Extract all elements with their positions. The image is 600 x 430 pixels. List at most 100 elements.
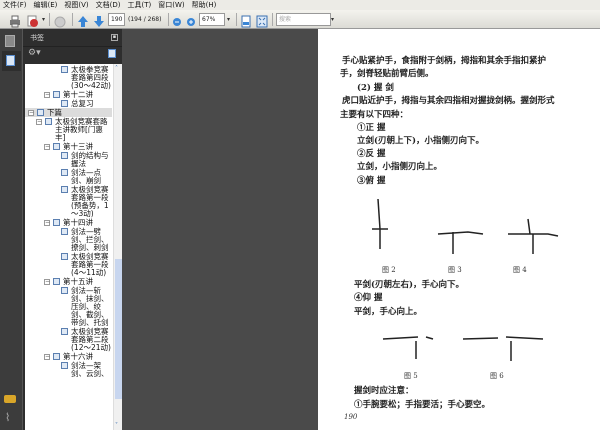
comments-icon[interactable] [4,395,16,403]
page-text-line: ①手腕要松；手指要活；手心要空。 [354,400,491,410]
bookmarks-icon[interactable] [2,51,21,71]
chevron-down-icon[interactable]: ▾ [42,16,45,23]
bookmark-item[interactable]: − 第十三讲 [25,142,112,151]
page-text-line: 立剑，小指侧刃向上。 [357,162,443,172]
divider [49,13,50,26]
scroll-up-icon[interactable]: ˄ [115,65,118,72]
print-icon[interactable] [9,13,21,28]
page-text-line: 手心贴紧护手，食指附于剑柄，拇指和其余手指扣紧护 [342,56,547,66]
panel-close-button[interactable]: ▪ [111,34,118,41]
fit-page-icon[interactable] [240,13,252,28]
collapse-toggle-icon[interactable]: − [44,92,50,98]
toolbar: ▾ 190 (194 / 268) 67% ▾ 搜索 ▾ [0,10,600,29]
bookmark-item[interactable]: 太极剑竞赛套路第一段(4～11动) [25,252,112,277]
menu-tools[interactable]: 工具(T) [128,0,152,10]
menu-window[interactable]: 窗口(W) [158,0,184,10]
bookmark-item[interactable]: − 下篇 [25,108,112,117]
search-dropdown-icon[interactable]: ▾ [331,16,334,23]
menu-document[interactable]: 文档(D) [96,0,121,10]
bookmark-item[interactable]: 剑法—架剑、云剑、 [25,361,112,378]
zoom-in-icon[interactable] [186,13,196,26]
page-count: (194 / 268) [128,16,162,23]
bookmark-item[interactable]: 剑的结构与握法 [25,151,112,168]
page-text-line: 手，剑脊轻贴前臂后侧。 [340,69,434,79]
bookmark-label: 太极剑竞赛套路第一段(预备势，1～3动) [71,185,109,218]
menu-edit[interactable]: 编辑(E) [34,0,58,10]
create-pdf-icon[interactable] [27,13,40,27]
pages-icon[interactable] [5,35,15,47]
figure-caption: 图 2 [382,266,396,274]
page-text-line: ②反 握 [357,149,386,159]
previous-page-icon[interactable] [77,13,89,27]
page-text-line: 虎口贴近护手，拇指与其余四指相对握拢剑柄。握剑形式 [342,96,555,106]
bookmark-icon [61,253,68,260]
page-text-line: 主要有以下四种： [340,110,409,120]
page-text-line: 握剑时应注意： [354,386,414,396]
bookmark-item[interactable]: 太极剑竞赛套路第二段(12～21动) [25,327,112,352]
page-text-line: 平剑，手心向上。 [354,307,423,317]
divider [72,13,73,26]
options-gear-icon[interactable]: ⚙▾ [28,48,41,58]
bookmark-icon [53,278,60,285]
bookmark-item[interactable]: 剑法—斩剑、抹剑、压剑、绞剑、截剑、带剑、托剑 [25,286,112,327]
bookmarks-panel: 书签 ▪ ⚙▾ 第十一讲太极拳竞赛套路第四段(30～42动)−第十二讲总复习−下… [22,29,122,430]
collapse-toggle-icon[interactable]: − [44,220,50,226]
menu-help[interactable]: 帮助(H) [192,0,217,10]
page-number-input[interactable]: 190 [108,13,125,26]
bookmark-item[interactable]: 剑法—劈剑、拦剑、撩剑、刺剑 [25,227,112,252]
full-screen-icon[interactable] [256,13,268,28]
bookmark-icon [61,186,68,193]
panel-title: 书签 [30,34,44,42]
bookmark-icon [53,353,60,360]
zoom-dropdown-icon[interactable]: ▾ [227,16,230,23]
search-input[interactable]: 搜索 [276,13,331,26]
collapse-toggle-icon[interactable]: − [36,119,42,125]
bookmark-label: 太极剑竞赛套路第二段(12～21动) [71,327,111,352]
bookmark-item[interactable]: − 第十二讲 [25,90,112,99]
bookmark-label: 剑法—斩剑、抹剑、压剑、绞剑、截剑、带剑、托剑 [71,286,109,327]
pdf-page: 手心贴紧护手，食指附于剑柄，拇指和其余手指扣紧护 手，剑脊轻贴前臂后侧。 (2)… [318,29,600,430]
collapse-toggle-icon[interactable]: − [28,110,34,116]
bookmark-label: 下篇 [47,108,62,117]
collaborate-icon[interactable] [54,13,67,28]
bookmark-item[interactable]: − 第十六讲 [25,352,112,361]
bookmark-icon [61,100,68,107]
page-number: 190 [344,413,358,421]
collapse-toggle-icon[interactable]: − [44,144,50,150]
attachments-icon[interactable]: ⌇ [5,411,10,424]
bookmark-item[interactable]: 太极剑竞赛套路第一段(预备势，1～3动) [25,185,112,218]
bookmark-item[interactable]: − 第十五讲 [25,277,112,286]
figure-caption: 图 6 [490,372,504,380]
next-page-icon[interactable] [93,13,105,27]
bookmark-label: 第十六讲 [63,352,93,361]
bookmark-icon [37,109,44,116]
menu-file[interactable]: 文件(F) [3,0,27,10]
zoom-out-icon[interactable] [172,13,182,26]
page-text-line: 立剑(刃朝上下)，小指侧刃向下。 [357,136,485,146]
bookmark-icon [61,66,68,73]
bookmark-item[interactable]: 剑法—点剑、崩剑 [25,168,112,185]
zoom-input[interactable]: 67% [199,13,225,26]
bookmark-icon [61,328,68,335]
bookmark-item[interactable]: 总复习 [25,99,112,108]
new-bookmark-icon[interactable] [108,49,116,58]
menu-view[interactable]: 视图(V) [64,0,88,10]
figures-5-6 [382,336,544,361]
bookmark-item[interactable]: − 太极剑竞赛套路主讲教师[门惠丰] [25,117,112,142]
collapse-toggle-icon[interactable]: − [44,354,50,360]
bookmark-label: 剑的结构与握法 [71,151,109,168]
bookmark-icon [53,91,60,98]
collapse-toggle-icon[interactable]: − [44,279,50,285]
tree-scrollbar[interactable]: ˄ ˅ [113,64,122,430]
navigation-strip: ⌇ [0,29,22,430]
scrollbar-thumb[interactable] [115,259,122,399]
figure-caption: 图 5 [404,372,418,380]
bookmark-item[interactable]: 太极拳竞赛套路第四段(30～42动) [25,65,112,90]
bookmark-icon [61,152,68,159]
bookmark-label: 太极拳竞赛套路第四段(30～42动) [71,65,111,90]
bookmark-label: 太极剑竞赛套路主讲教师[门惠丰] [55,117,108,142]
scroll-down-icon[interactable]: ˅ [115,422,118,429]
bookmark-item[interactable]: − 第十四讲 [25,218,112,227]
figure-caption: 图 3 [448,266,462,274]
page-text-line: (2) 握 剑 [357,83,394,93]
